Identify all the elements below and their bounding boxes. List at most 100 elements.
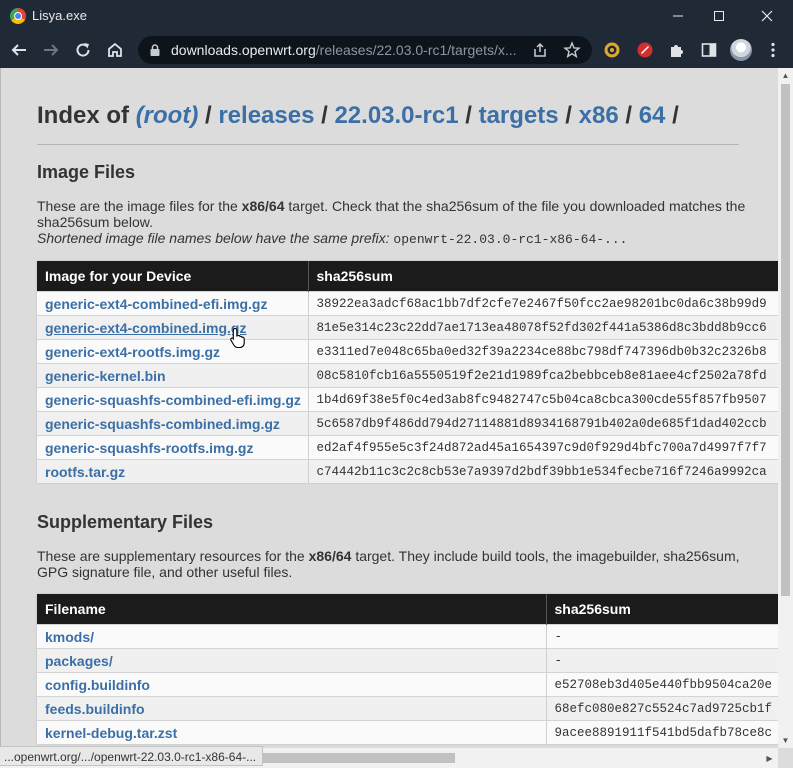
table-row: kmods/-	[37, 624, 779, 649]
file-link[interactable]: generic-ext4-combined-efi.img.gz	[37, 291, 309, 316]
home-button[interactable]	[100, 35, 130, 65]
column-header-name: Image for your Device	[37, 261, 309, 292]
scrollbar-corner	[778, 748, 793, 768]
sha256-value: -	[546, 624, 779, 649]
file-link[interactable]: generic-kernel.bin	[37, 363, 309, 388]
table-row: config.buildinfo e52708eb3d405e440fbb9504…	[37, 672, 779, 697]
table-row: generic-squashfs-rootfs.img.gz ed2af4f955…	[37, 435, 779, 460]
sha256-value: -	[546, 648, 779, 673]
table-header-row: Filename sha256sum	[37, 594, 779, 625]
back-button[interactable]	[4, 35, 34, 65]
puzzle-icon[interactable]	[668, 41, 686, 59]
table-row: rootfs.tar.gz c74442b11c3c2c8cb53e7a9397d…	[37, 459, 779, 483]
breadcrumb-separator: /	[672, 102, 679, 129]
file-link[interactable]: rootfs.tar.gz	[37, 459, 309, 483]
page-content: Index of (root) / releases / 22.03.0-rc1…	[0, 68, 779, 748]
extension-record-icon[interactable]	[636, 41, 654, 59]
scroll-down-icon[interactable]: ▼	[778, 733, 793, 748]
minimize-icon	[673, 15, 683, 17]
table-row: packages/-	[37, 648, 779, 673]
breadcrumb-root-link[interactable]: (root)	[136, 102, 199, 129]
sha256-value: c74442b11c3c2c8cb53e7a9397d2bdf39bb1e534…	[308, 459, 779, 483]
table-row: generic-ext4-combined.img.gz 81e5e314c23c…	[37, 315, 779, 340]
breadcrumb-separator: /	[205, 102, 212, 129]
file-link[interactable]: kernel-debug.tar.zst	[37, 720, 547, 744]
vertical-scrollbar[interactable]: ▲ ▼	[778, 68, 793, 748]
maximize-button[interactable]	[696, 0, 742, 32]
sha256-value: 38922ea3adcf68ac1bb7df2cfe7e2467f50fcc2a…	[308, 291, 779, 316]
file-link[interactable]: generic-ext4-combined.img.gz	[37, 315, 309, 340]
breadcrumb-separator: /	[321, 102, 328, 129]
breadcrumb-separator: /	[465, 102, 472, 129]
browser-toolbar: downloads.openwrt.org/releases/22.03.0-r…	[0, 32, 793, 68]
file-link[interactable]: generic-squashfs-rootfs.img.gz	[37, 435, 309, 460]
sha256-value: 08c5810fcb16a5550519f2e21d1989fca2bebbce…	[308, 363, 779, 388]
window-title: Lisya.exe	[32, 8, 87, 23]
horizontal-scroll-thumb[interactable]	[260, 753, 455, 763]
sha256-value: 68efc080e827c5524c7ad9725cb1f	[546, 696, 779, 721]
breadcrumb-version-link[interactable]: 22.03.0-rc1	[334, 102, 458, 129]
extension-coin-icon[interactable]	[603, 41, 621, 59]
scroll-up-icon[interactable]: ▲	[778, 68, 793, 83]
star-icon[interactable]	[563, 41, 581, 59]
forward-button[interactable]	[36, 35, 66, 65]
menu-kebab-icon[interactable]	[764, 41, 782, 59]
arrow-left-icon	[11, 44, 26, 56]
table-row: generic-kernel.bin 08c5810fcb16a5550519f2…	[37, 363, 779, 388]
sha256-value: ed2af4f955e5c3f24d872ad45a1654397c9d0f92…	[308, 435, 779, 460]
lock-icon	[150, 44, 160, 56]
sha256-value: 9acee8891911f541bd5dafb78ce8c	[546, 720, 779, 744]
supplementary-files-description: These are supplementary resources for th…	[37, 548, 740, 580]
address-bar[interactable]: downloads.openwrt.org/releases/22.03.0-r…	[138, 36, 592, 64]
file-link[interactable]: generic-squashfs-combined.img.gz	[37, 411, 309, 436]
title-bar: Lisya.exe	[0, 0, 793, 32]
breadcrumb-64-link[interactable]: 64	[639, 102, 666, 129]
breadcrumb-releases-link[interactable]: releases	[218, 102, 314, 129]
side-panel-icon[interactable]	[700, 41, 718, 59]
minimize-button[interactable]	[655, 0, 701, 32]
table-row: generic-squashfs-combined.img.gz 5c6587db…	[37, 411, 779, 436]
chrome-app-icon	[10, 8, 26, 24]
scroll-right-icon[interactable]: ▶	[762, 751, 777, 766]
url-text: downloads.openwrt.org/releases/22.03.0-r…	[171, 42, 517, 58]
table-row: generic-squashfs-combined-efi.img.gz 1b4d…	[37, 387, 779, 412]
breadcrumb-separator: /	[625, 102, 633, 129]
sha256-value: e3311ed7e048c65ba0ed32f39a2234ce88bc798d…	[308, 339, 779, 364]
file-link[interactable]: packages/	[37, 648, 547, 673]
vertical-scroll-thumb[interactable]	[781, 84, 790, 596]
table-row: generic-ext4-rootfs.img.gz e3311ed7e048c6…	[37, 339, 779, 364]
file-link[interactable]: generic-ext4-rootfs.img.gz	[37, 339, 309, 364]
sha256-value: e52708eb3d405e440fbb9504ca20e	[546, 672, 779, 697]
file-link[interactable]: feeds.buildinfo	[37, 696, 547, 721]
image-files-description: These are the image files for the x86/64…	[37, 198, 746, 247]
file-link[interactable]: generic-squashfs-combined-efi.img.gz	[37, 387, 309, 412]
breadcrumb-prefix: Index of	[37, 102, 130, 129]
breadcrumb-targets-link[interactable]: targets	[479, 102, 559, 129]
table-header-row: Image for your Device sha256sum	[37, 261, 779, 292]
hand-cursor-icon	[230, 327, 245, 349]
share-icon[interactable]	[531, 41, 549, 59]
divider	[37, 144, 739, 145]
image-files-table: Image for your Device sha256sum generic-…	[37, 261, 779, 483]
sha256-value: 81e5e314c23c22dd7ae1713ea48078f52fd302f4…	[308, 315, 779, 340]
table-row: generic-ext4-combined-efi.img.gz 38922ea3…	[37, 291, 779, 316]
maximize-icon	[714, 11, 724, 21]
close-button[interactable]	[744, 0, 790, 32]
column-header-sha: sha256sum	[546, 594, 779, 625]
image-files-heading: Image Files	[37, 162, 136, 182]
sha256-value: 5c6587db9f486dd794d27114881d8934168791b4…	[308, 411, 779, 436]
breadcrumb-separator: /	[565, 102, 572, 129]
supplementary-files-heading: Supplementary Files	[37, 512, 214, 532]
reload-icon	[76, 43, 90, 57]
sha256-value: 1b4d69f38e5f0c4ed3ab8fc9482747c5b04ca8cb…	[308, 387, 779, 412]
file-link[interactable]: kmods/	[37, 624, 547, 649]
arrow-right-icon	[44, 44, 59, 56]
home-icon	[108, 42, 122, 57]
table-row: feeds.buildinfo 68efc080e827c5524c7ad9725…	[37, 696, 779, 721]
breadcrumb: Index of (root) / releases / 22.03.0-rc1…	[37, 102, 679, 130]
file-link[interactable]: config.buildinfo	[37, 672, 547, 697]
reload-button[interactable]	[68, 35, 98, 65]
profile-avatar[interactable]	[730, 39, 752, 61]
close-icon	[761, 10, 773, 22]
breadcrumb-x86-link[interactable]: x86	[579, 102, 619, 129]
